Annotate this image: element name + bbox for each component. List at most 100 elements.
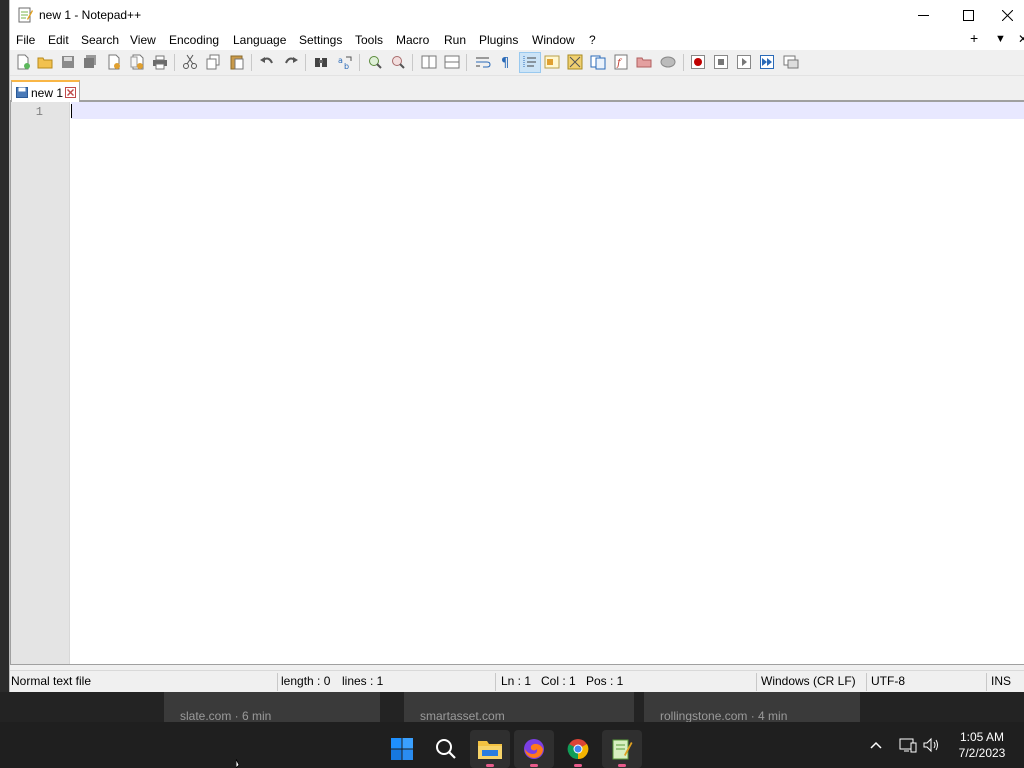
menu-window[interactable]: Window: [532, 33, 575, 47]
clock-date[interactable]: 7/2/2023: [950, 746, 1014, 760]
tab-bar: new 1: [10, 77, 1024, 102]
search-button[interactable]: [426, 730, 466, 768]
close-document-button[interactable]: ✕: [1018, 32, 1024, 46]
toolbar-separator: [412, 54, 413, 71]
minimize-icon: [917, 15, 929, 16]
running-indicator: [486, 764, 494, 767]
text-editor[interactable]: 1: [10, 102, 1024, 665]
sync-vertical-icon[interactable]: [421, 54, 437, 70]
record-macro-icon[interactable]: [690, 54, 706, 70]
maximize-icon: [962, 10, 974, 21]
menu-edit[interactable]: Edit: [48, 33, 69, 47]
svg-text:b: b: [344, 62, 349, 70]
status-eol-format[interactable]: Windows (CR LF): [761, 671, 856, 693]
save-icon[interactable]: [60, 54, 76, 70]
title-bar[interactable]: new 1 - Notepad++: [10, 0, 1024, 31]
menu-tools[interactable]: Tools: [355, 33, 383, 47]
tab-list-dropdown-button[interactable]: ▼: [995, 33, 1006, 45]
file-explorer-button[interactable]: [470, 730, 510, 768]
menu-settings[interactable]: Settings: [299, 33, 342, 47]
save-all-icon[interactable]: [82, 54, 98, 70]
status-position: Pos : 1: [586, 674, 624, 688]
status-insert-mode[interactable]: INS: [991, 671, 1011, 693]
notepadpp-window: new 1 - Notepad++ File Edit Search View …: [9, 0, 1024, 692]
status-separator: [495, 673, 496, 691]
toolbar-separator: [683, 54, 684, 71]
run-macro-multiple-icon[interactable]: [759, 54, 775, 70]
status-encoding[interactable]: UTF-8: [871, 671, 905, 693]
speaker-icon: [923, 737, 938, 753]
maximize-button[interactable]: [945, 0, 991, 31]
start-button[interactable]: [382, 730, 422, 768]
notepadpp-taskbar-button[interactable]: [602, 730, 642, 768]
firefox-icon: [524, 739, 544, 759]
find-icon[interactable]: [313, 54, 329, 70]
network-status-button[interactable]: [898, 735, 918, 755]
show-hidden-icons-button[interactable]: [866, 735, 886, 755]
close-all-icon[interactable]: [129, 54, 145, 70]
menu-file[interactable]: File: [16, 33, 35, 47]
chrome-icon: [567, 739, 589, 760]
menu-search[interactable]: Search: [81, 33, 119, 47]
tab-label: new 1: [31, 86, 64, 100]
redo-icon[interactable]: [283, 54, 299, 70]
tab-new-1[interactable]: new 1: [11, 80, 80, 102]
play-macro-icon[interactable]: [736, 54, 752, 70]
copy-icon[interactable]: [205, 54, 221, 70]
clock-time[interactable]: 1:05 AM: [950, 730, 1014, 744]
save-macro-icon[interactable]: [783, 54, 799, 70]
word-wrap-icon[interactable]: [475, 54, 491, 70]
menu-language[interactable]: Language: [233, 33, 286, 47]
svg-text:¶: ¶: [501, 56, 509, 70]
menu-macro[interactable]: Macro: [396, 33, 429, 47]
eye-monitor-icon[interactable]: [660, 54, 676, 70]
add-new-tab-button[interactable]: +: [970, 30, 978, 46]
firefox-button[interactable]: [514, 730, 554, 768]
print-icon[interactable]: [152, 54, 168, 70]
news-thumbnail[interactable]: rollingstone.com · 4 min: [644, 692, 860, 723]
document-map-icon[interactable]: [567, 54, 583, 70]
menu-encoding[interactable]: Encoding: [169, 33, 219, 47]
open-file-icon[interactable]: [37, 54, 53, 70]
windows-taskbar: 1:05 AM 7/2/2023: [0, 722, 1024, 768]
zoom-out-icon[interactable]: [390, 54, 406, 70]
menu-help[interactable]: ?: [589, 33, 596, 47]
folder-workspace-icon[interactable]: f: [613, 54, 629, 70]
function-list-icon[interactable]: [590, 54, 606, 70]
show-all-chars-icon[interactable]: ¶: [498, 54, 514, 70]
close-window-button[interactable]: [990, 0, 1024, 31]
minimize-button[interactable]: [900, 0, 946, 31]
volume-button[interactable]: [921, 735, 941, 755]
status-bar: Normal text file length : 0 lines : 1 Ln…: [10, 670, 1024, 692]
menu-plugins[interactable]: Plugins: [479, 33, 518, 47]
sync-horizontal-icon[interactable]: [444, 54, 460, 70]
windows-logo-icon: [391, 738, 413, 760]
monitoring-icon[interactable]: [636, 54, 652, 70]
toolbar-separator: [251, 54, 252, 71]
menu-run[interactable]: Run: [444, 33, 466, 47]
running-indicator: [574, 764, 582, 767]
user-language-icon[interactable]: [544, 54, 560, 70]
toolbar-separator: [359, 54, 360, 71]
close-icon: [1002, 10, 1013, 21]
indent-guide-icon[interactable]: [522, 54, 538, 70]
close-tab-icon[interactable]: [65, 87, 76, 98]
notepadpp-icon: [612, 739, 633, 760]
paste-icon[interactable]: [229, 54, 245, 70]
news-thumbnail[interactable]: slate.com · 6 min: [164, 692, 380, 723]
zoom-in-icon[interactable]: [367, 54, 383, 70]
stop-macro-icon[interactable]: [713, 54, 729, 70]
close-icon[interactable]: [106, 54, 122, 70]
chrome-button[interactable]: [558, 730, 598, 768]
chevron-up-icon: [870, 741, 882, 749]
current-line-highlight: [71, 102, 1024, 119]
news-thumbnail[interactable]: smartasset.com: [404, 692, 634, 723]
running-indicator: [618, 764, 626, 767]
toolbar-separator: [466, 54, 467, 71]
menu-view[interactable]: View: [130, 33, 156, 47]
cut-icon[interactable]: [182, 54, 198, 70]
new-file-icon[interactable]: [15, 54, 31, 70]
undo-icon[interactable]: [259, 54, 275, 70]
replace-icon[interactable]: ab: [337, 54, 353, 70]
toolbar: ab ¶ f: [10, 50, 1024, 76]
